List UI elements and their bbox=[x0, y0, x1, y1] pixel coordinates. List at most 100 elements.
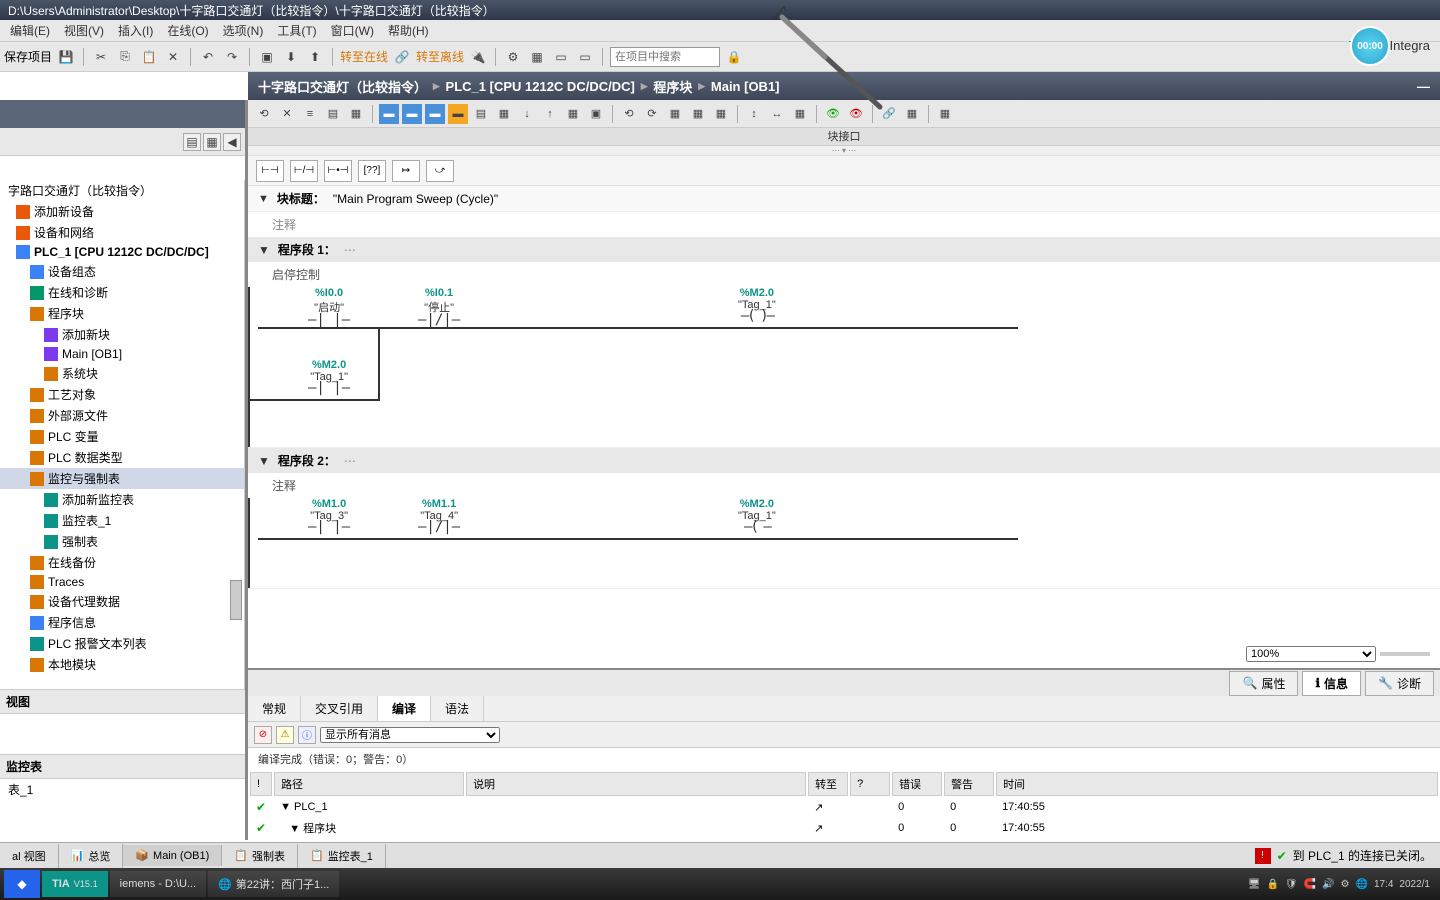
upload-icon[interactable]: ⬆ bbox=[305, 47, 325, 67]
tree-item[interactable]: 程序信息 bbox=[0, 612, 244, 633]
tool-icon[interactable]: ⚙ bbox=[503, 47, 523, 67]
taskbar-tia-window[interactable]: iemens - D:\U... bbox=[110, 871, 206, 897]
tree-item[interactable]: PLC 变量 bbox=[0, 426, 244, 447]
tree-view-icon[interactable]: ▤ bbox=[183, 133, 201, 151]
go-online-label[interactable]: 转至在线 bbox=[340, 47, 388, 67]
menu-view[interactable]: 视图(V) bbox=[58, 20, 110, 41]
collapse-icon[interactable]: ▼ bbox=[258, 454, 270, 468]
col-err[interactable]: 错误 bbox=[892, 772, 942, 796]
go-offline-label[interactable]: 转至离线 bbox=[416, 47, 464, 67]
tab-compile[interactable]: 编译 bbox=[378, 696, 431, 721]
menu-online[interactable]: 在线(O) bbox=[161, 20, 214, 41]
tray-icon[interactable]: 🌐 bbox=[1355, 879, 1367, 890]
warning-filter-icon[interactable]: ⚠ bbox=[276, 726, 294, 744]
breadcrumb-blocks[interactable]: 程序块 bbox=[653, 77, 692, 96]
network-comment[interactable]: 启停控制 bbox=[248, 262, 1440, 287]
col-q[interactable]: ? bbox=[850, 772, 890, 796]
ladder-branch-button[interactable]: ↦ bbox=[392, 160, 420, 182]
portal-view-tab[interactable]: al 视图 bbox=[0, 844, 59, 868]
collapse-icon[interactable]: ▼ bbox=[258, 193, 269, 205]
main-ob1-tab[interactable]: 📦 Main (OB1) bbox=[123, 845, 222, 866]
col-warn[interactable]: 警告 bbox=[944, 772, 994, 796]
tree-item[interactable]: 设备组态 bbox=[0, 261, 244, 282]
list-view-icon[interactable]: ▦ bbox=[203, 133, 221, 151]
zoom-slider[interactable] bbox=[1380, 652, 1430, 656]
ladder-nc[interactable]: %M1.1"Tag_4"—|/|— bbox=[418, 498, 460, 538]
info-filter-icon[interactable]: ⓘ bbox=[298, 726, 316, 744]
copy-icon[interactable]: ⎘ bbox=[115, 47, 135, 67]
error-filter-icon[interactable]: ⊘ bbox=[254, 726, 272, 744]
tray-icon[interactable]: 🧲 bbox=[1304, 879, 1316, 890]
menu-tools[interactable]: 工具(T) bbox=[271, 20, 322, 41]
tree-item[interactable]: 添加新监控表 bbox=[0, 489, 244, 510]
taskbar-browser[interactable]: 🌐 第22讲：西门子1... bbox=[208, 871, 339, 897]
tree-item[interactable]: Traces bbox=[0, 573, 244, 591]
ladder-no[interactable]: %M1.0"Tag_3"—| |— bbox=[308, 498, 350, 538]
ladder-no[interactable]: %I0.0"启动"—| |— bbox=[308, 287, 350, 331]
network-header[interactable]: ▼程序段 1：⋯ bbox=[248, 237, 1440, 262]
message-filter-select[interactable]: 显示所有消息 bbox=[320, 727, 500, 743]
tool-icon[interactable]: ▭ bbox=[575, 47, 595, 67]
message-row[interactable]: ✔ ▼ 程序块↗0017:40:55 bbox=[250, 818, 1438, 838]
block-interface-header[interactable]: 块接口 bbox=[248, 128, 1440, 146]
tool-icon[interactable]: ⟲ bbox=[619, 104, 639, 124]
diagnostics-tab[interactable]: 🔧诊断 bbox=[1365, 671, 1434, 696]
network-comment[interactable]: 注释 bbox=[248, 473, 1440, 498]
compile-icon[interactable]: ▣ bbox=[257, 47, 277, 67]
start-button[interactable]: ◆ bbox=[4, 870, 40, 898]
col-path[interactable]: 路径 bbox=[274, 772, 464, 796]
ladder-coil[interactable]: %M2.0"Tag_1"—( )— bbox=[738, 287, 776, 327]
goto-icon[interactable]: ↗ bbox=[808, 818, 848, 838]
block-title-value[interactable]: "Main Program Sweep (Cycle)" bbox=[333, 192, 498, 206]
tree-item[interactable]: 添加新块 bbox=[0, 324, 244, 345]
col-desc[interactable]: 说明 bbox=[466, 772, 806, 796]
goto-icon[interactable]: ↗ bbox=[808, 798, 848, 816]
tray-icon[interactable]: 🛡 bbox=[1285, 879, 1298, 890]
tree-item[interactable]: 本地模块 bbox=[0, 654, 244, 675]
network-area[interactable]: ▼程序段 1：⋯启停控制%I0.0"启动"—| |— %I0.1"停止"—|/|—… bbox=[248, 237, 1440, 668]
taskbar-tia[interactable]: TIAV15.1 bbox=[42, 871, 108, 897]
search-input[interactable] bbox=[610, 47, 720, 67]
watch-table-tab[interactable]: 📋 监控表_1 bbox=[298, 844, 386, 868]
tool-icon[interactable]: ≡ bbox=[300, 104, 320, 124]
ladder-box-button[interactable]: [??] bbox=[358, 160, 386, 182]
breadcrumb-plc[interactable]: PLC_1 [CPU 1212C DC/DC/DC] bbox=[446, 79, 635, 94]
tool-icon[interactable]: ▦ bbox=[494, 104, 514, 124]
ladder-nc[interactable]: %I0.1"停止"—|/|— bbox=[418, 287, 460, 331]
ladder-diagram[interactable]: %M1.0"Tag_3"—| |—%M1.1"Tag_4"—|/|—%M2.0"… bbox=[248, 498, 1440, 588]
network-header[interactable]: ▼程序段 2：⋯ bbox=[248, 448, 1440, 473]
tray-icon[interactable]: ⚙ bbox=[1341, 879, 1350, 890]
ladder-nc-contact-button[interactable]: ⊢/⊣ bbox=[290, 160, 318, 182]
tool-icon[interactable]: ▬ bbox=[425, 104, 445, 124]
tool-icon[interactable]: ▦ bbox=[665, 104, 685, 124]
tree-item[interactable]: 在线和诊断 bbox=[0, 282, 244, 303]
undo-icon[interactable]: ↶ bbox=[198, 47, 218, 67]
zoom-select[interactable]: 100% bbox=[1246, 646, 1376, 662]
tool-icon[interactable]: ↑ bbox=[540, 104, 560, 124]
save-project-button[interactable]: 保存项目 bbox=[4, 48, 52, 65]
menu-options[interactable]: 选项(N) bbox=[217, 20, 270, 41]
tray-icon[interactable]: 🔊 bbox=[1322, 879, 1334, 890]
tool-icon[interactable]: ↕ bbox=[744, 104, 764, 124]
menu-window[interactable]: 窗口(W) bbox=[325, 20, 380, 41]
tree-item[interactable]: 强制表 bbox=[0, 531, 244, 552]
scrollbar-thumb[interactable] bbox=[230, 580, 242, 620]
tray-time[interactable]: 17:4 bbox=[1374, 879, 1393, 890]
tool-icon[interactable]: ▬ bbox=[402, 104, 422, 124]
tool-icon[interactable]: ▦ bbox=[527, 47, 547, 67]
delete-icon[interactable]: ✕ bbox=[163, 47, 183, 67]
tool-icon[interactable]: ▦ bbox=[563, 104, 583, 124]
tool-icon[interactable]: ▦ bbox=[688, 104, 708, 124]
tool-icon[interactable]: ▭ bbox=[551, 47, 571, 67]
watch-item[interactable]: 表_1 bbox=[0, 779, 245, 800]
collapse-icon[interactable]: ▼ bbox=[258, 243, 270, 257]
tool-icon[interactable]: ▤ bbox=[323, 104, 343, 124]
message-row[interactable]: ✔▼ PLC_1↗0017:40:55 bbox=[250, 798, 1438, 816]
tree-item[interactable]: 程序块 bbox=[0, 303, 244, 324]
tree-item[interactable]: 监控与强制表 bbox=[0, 468, 244, 489]
tool-icon[interactable]: ▦ bbox=[935, 104, 955, 124]
collapse-icon[interactable]: ◀ bbox=[223, 133, 241, 151]
redo-icon[interactable]: ↷ bbox=[222, 47, 242, 67]
properties-tab[interactable]: 🔍属性 bbox=[1229, 671, 1298, 696]
minimize-icon[interactable]: — bbox=[1417, 79, 1430, 94]
